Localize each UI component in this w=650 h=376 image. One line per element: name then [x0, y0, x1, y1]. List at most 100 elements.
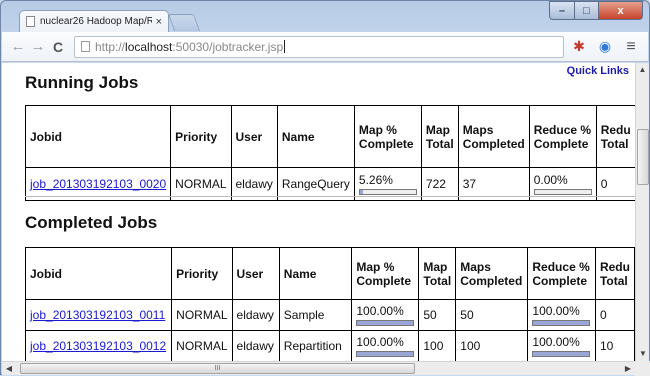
- map-complete-cell: 100.00%: [351, 299, 420, 331]
- reduce-total-cell: 0: [594, 299, 635, 331]
- map-progress-bar: [358, 189, 417, 195]
- table-row: job_201303192103_0011 NORMAL eldawy Samp…: [24, 299, 635, 331]
- col-map-complete: Map % Complete: [353, 105, 422, 168]
- col-priority: Priority: [171, 247, 233, 300]
- map-progress-fill: [357, 352, 414, 356]
- job-link[interactable]: job_201303192103_0011: [30, 308, 165, 322]
- reduce-progress-bar: [533, 189, 592, 195]
- job-id-cell: job_201303192103_0011: [24, 299, 173, 331]
- col-name: Name: [278, 247, 353, 300]
- maps-completed-cell: 100: [455, 330, 529, 361]
- completed-jobs-table: Jobid Priority User Name Map % Complete M…: [24, 247, 635, 361]
- page-icon: [26, 16, 35, 27]
- name-cell: Repartition: [278, 330, 353, 361]
- reduce-percent: 100.00%: [532, 304, 580, 318]
- section-divider: [25, 196, 635, 197]
- scroll-up-icon[interactable]: ▲: [636, 63, 649, 77]
- map-total-cell: 100: [418, 330, 457, 361]
- reduce-percent: 100.00%: [532, 335, 580, 349]
- table-row: job_201303192103_0012 NORMAL eldawy Repa…: [24, 330, 635, 361]
- reduce-progress-fill: [533, 352, 590, 356]
- map-progress-fill: [357, 321, 414, 325]
- map-percent: 100.00%: [356, 335, 404, 349]
- running-jobs-heading: Running Jobs: [25, 73, 139, 92]
- tab-title: nuclear26 Hadoop Map/R: [40, 16, 152, 27]
- reduce-complete-cell: 100.00%: [527, 299, 596, 331]
- reduce-progress-bar: [532, 351, 591, 357]
- user-cell: eldawy: [231, 299, 280, 331]
- reduce-total-cell: 10: [594, 330, 635, 361]
- col-priority: Priority: [170, 105, 232, 168]
- text-caret: [284, 40, 286, 53]
- running-jobs-table: Jobid Priority User Name Map % Complete M…: [24, 105, 635, 201]
- browser-window: nuclear26 Hadoop Map/R × – □ x ← → C htt…: [0, 0, 650, 376]
- menu-button[interactable]: ≡: [620, 38, 642, 56]
- maximize-icon: □: [583, 4, 590, 17]
- browser-tab[interactable]: nuclear26 Hadoop Map/R ×: [19, 10, 169, 32]
- scroll-left-icon[interactable]: ◀: [2, 362, 16, 376]
- new-tab-button[interactable]: [167, 14, 201, 31]
- table-header-row: Jobid Priority User Name Map % Complete M…: [24, 105, 635, 168]
- maps-completed-cell: 50: [455, 299, 529, 331]
- col-reduce-complete: Reduce % Complete: [527, 247, 596, 300]
- map-complete-cell: 100.00%: [351, 330, 420, 361]
- map-progress-bar: [356, 351, 415, 357]
- url-path: :50030/jobtracker.jsp: [172, 39, 284, 54]
- reduce-complete-cell: 100.00%: [527, 330, 596, 361]
- map-progress-bar: [356, 320, 415, 326]
- horizontal-scroll-thumb[interactable]: III: [20, 363, 415, 374]
- reload-button[interactable]: C: [48, 39, 68, 55]
- map-percent: 5.26%: [358, 173, 393, 187]
- url-host: localhost: [125, 39, 173, 54]
- priority-cell: NORMAL: [171, 299, 233, 331]
- minimize-button[interactable]: –: [549, 1, 575, 20]
- extension-2-icon[interactable]: ◉: [594, 38, 616, 55]
- col-reduce-total: Redu Total: [594, 247, 635, 300]
- window-controls: – □ x: [549, 1, 643, 20]
- col-reduce-total: Redu Total: [595, 105, 635, 168]
- completed-jobs-heading: Completed Jobs: [25, 213, 158, 232]
- map-percent: 100.00%: [356, 304, 404, 318]
- close-icon: x: [617, 4, 624, 17]
- map-total-cell: 50: [418, 299, 457, 331]
- back-button[interactable]: ←: [8, 38, 28, 55]
- browser-toolbar: ← → C http://localhost:50030/jobtracker.…: [2, 32, 648, 62]
- col-jobid: Jobid: [24, 105, 172, 168]
- address-bar[interactable]: http://localhost:50030/jobtracker.jsp: [74, 35, 564, 58]
- forward-button[interactable]: →: [28, 38, 48, 55]
- minimize-icon: –: [558, 4, 566, 17]
- job-id-cell: job_201303192103_0012: [24, 330, 173, 361]
- col-jobid: Jobid: [24, 247, 173, 300]
- extension-icon[interactable]: ✱: [568, 38, 590, 55]
- horizontal-scrollbar[interactable]: ◀ III ▶: [2, 361, 635, 375]
- close-window-button[interactable]: x: [599, 1, 643, 20]
- title-bar: nuclear26 Hadoop Map/R × – □ x: [1, 1, 649, 32]
- name-cell: Sample: [278, 299, 353, 331]
- reduce-progress-fill: [533, 321, 590, 325]
- col-user: User: [230, 105, 278, 168]
- col-map-total: Map Total: [418, 247, 457, 300]
- col-user: User: [231, 247, 280, 300]
- vertical-scroll-thumb[interactable]: [637, 129, 649, 185]
- col-maps-completed: Maps Completed: [457, 105, 530, 168]
- col-maps-completed: Maps Completed: [455, 247, 529, 300]
- col-name: Name: [276, 105, 355, 168]
- scrollbar-corner: [635, 361, 650, 376]
- job-link[interactable]: job_201303192103_0020: [30, 177, 166, 191]
- page-content: Quick Links Running Jobs Jobid Priority …: [2, 63, 635, 361]
- user-cell: eldawy: [231, 330, 280, 361]
- col-map-total: Map Total: [420, 105, 459, 168]
- vertical-scrollbar[interactable]: ▲ ▼: [635, 63, 649, 361]
- scroll-down-icon[interactable]: ▼: [636, 347, 650, 361]
- tab-close-icon[interactable]: ×: [156, 16, 162, 28]
- map-progress-fill: [359, 190, 363, 194]
- quick-links-link[interactable]: Quick Links: [567, 65, 629, 77]
- table-header-row: Jobid Priority User Name Map % Complete M…: [24, 247, 635, 300]
- scroll-right-icon[interactable]: ▶: [621, 362, 635, 376]
- col-reduce-complete: Reduce % Complete: [528, 105, 597, 168]
- page-info-icon[interactable]: [81, 41, 90, 52]
- reduce-percent: 0.00%: [533, 173, 568, 187]
- url-scheme: http://: [95, 39, 126, 54]
- job-link[interactable]: job_201303192103_0012: [30, 339, 166, 353]
- maximize-button[interactable]: □: [575, 1, 599, 20]
